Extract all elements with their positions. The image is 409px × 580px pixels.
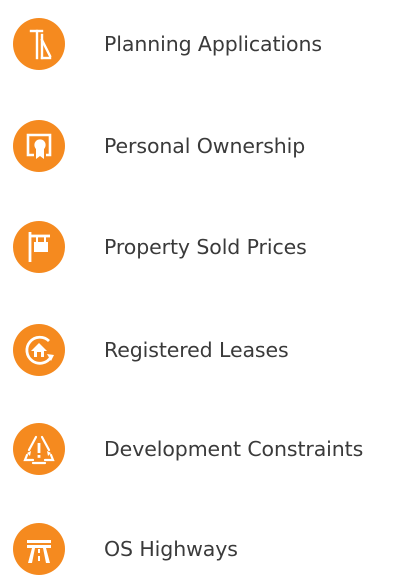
planning-icon — [13, 18, 65, 70]
feature-list: Planning Applications Personal Ownership… — [0, 0, 409, 580]
feature-item-os-highways: OS Highways — [0, 523, 409, 575]
certificate-icon — [13, 120, 65, 172]
house-cycle-icon — [13, 324, 65, 376]
feature-item-property-sold-prices: Property Sold Prices — [0, 221, 409, 273]
motorway-icon — [13, 523, 65, 575]
feature-label: Personal Ownership — [104, 134, 306, 158]
warning-triangle-icon — [13, 423, 65, 475]
feature-label: Property Sold Prices — [104, 235, 307, 259]
sold-sign-icon — [13, 221, 65, 273]
feature-label: Registered Leases — [104, 338, 289, 362]
feature-label: OS Highways — [104, 537, 238, 561]
feature-item-registered-leases: Registered Leases — [0, 324, 409, 376]
feature-item-development-constraints: Development Constraints — [0, 423, 409, 475]
feature-item-personal-ownership: Personal Ownership — [0, 120, 409, 172]
feature-label: Planning Applications — [104, 32, 322, 56]
feature-label: Development Constraints — [104, 437, 364, 461]
feature-item-planning-applications: Planning Applications — [0, 18, 409, 70]
